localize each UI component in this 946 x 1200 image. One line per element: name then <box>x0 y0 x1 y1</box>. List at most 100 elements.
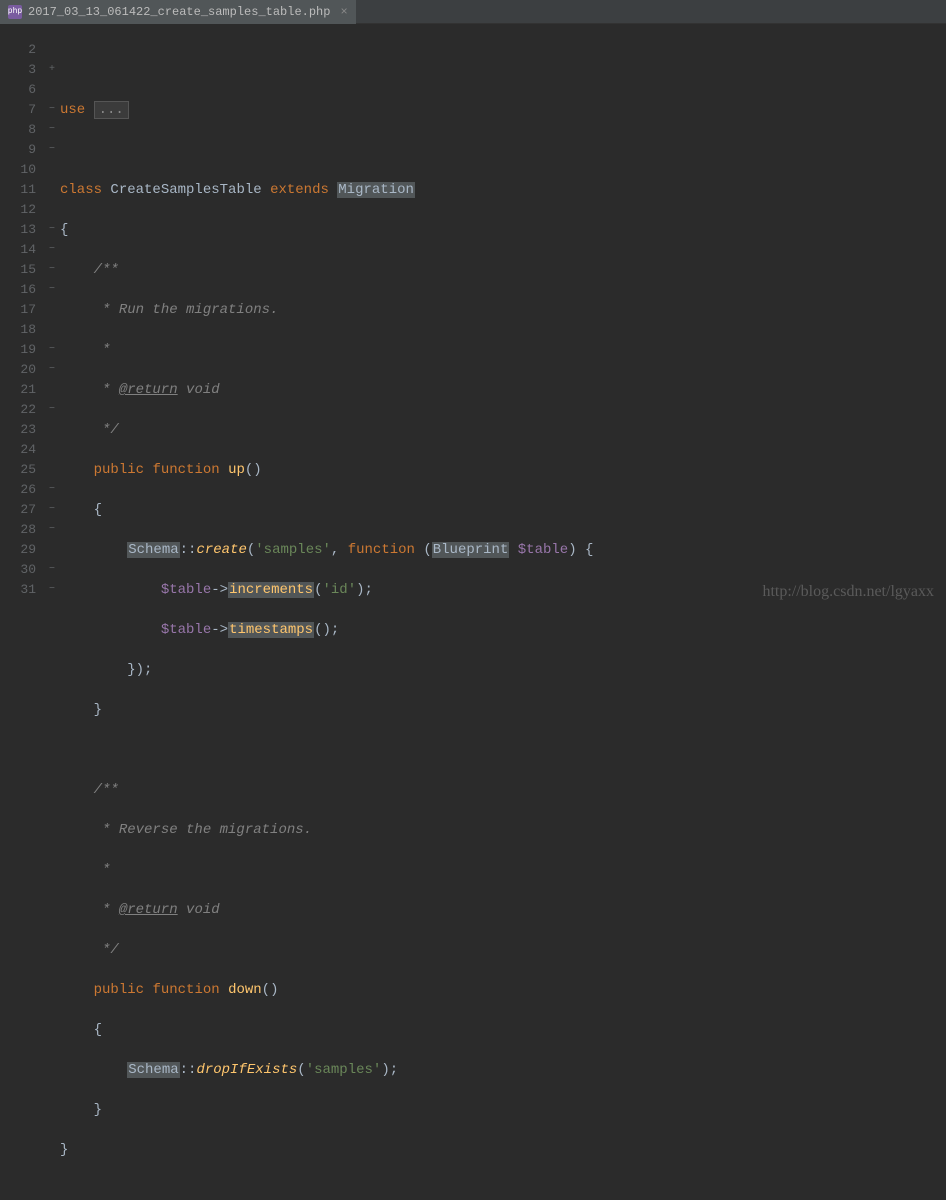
comment: void <box>178 902 220 918</box>
close-icon[interactable]: × <box>340 5 347 19</box>
line-number: 15 <box>0 260 36 280</box>
line-number: 16 <box>0 280 36 300</box>
brace: } <box>60 1142 68 1158</box>
line-number: 24 <box>0 440 36 460</box>
php-file-icon: php <box>8 5 22 19</box>
line-number: 31 <box>0 580 36 600</box>
line-number-gutter: 2367891011121314151617181920212223242526… <box>0 40 44 609</box>
fold-placeholder[interactable]: ... <box>94 101 129 119</box>
variable: $table <box>518 542 568 558</box>
dcolon: :: <box>180 1062 197 1078</box>
line-number: 22 <box>0 400 36 420</box>
method-call: increments <box>228 582 314 598</box>
static-method: dropIfExists <box>196 1062 297 1078</box>
method-call: timestamps <box>228 622 314 638</box>
line-number: 25 <box>0 460 36 480</box>
line-number: 23 <box>0 420 36 440</box>
comment: * <box>94 382 119 398</box>
fold-marker[interactable]: − <box>44 400 60 420</box>
space <box>509 542 517 558</box>
string: 'id' <box>322 582 356 598</box>
parent-class: Migration <box>337 182 415 198</box>
string: 'samples' <box>306 1062 382 1078</box>
class-name: CreateSamplesTable <box>110 182 261 198</box>
fold-marker[interactable]: − <box>44 220 60 240</box>
line-number: 8 <box>0 120 36 140</box>
fold-marker <box>44 160 60 180</box>
watermark: http://blog.csdn.net/lgyaxx <box>762 583 934 601</box>
keyword-class: class <box>60 182 102 198</box>
line-number: 6 <box>0 80 36 100</box>
line-number: 2 <box>0 40 36 60</box>
fold-marker[interactable]: − <box>44 480 60 500</box>
fold-marker[interactable]: − <box>44 520 60 540</box>
fold-marker <box>44 540 60 560</box>
method-name: down <box>228 982 262 998</box>
comment: * <box>94 902 119 918</box>
line-number: 12 <box>0 200 36 220</box>
keyword-function: function <box>152 982 219 998</box>
arrow: -> <box>211 622 228 638</box>
tab-bar: php 2017_03_13_061422_create_samples_tab… <box>0 0 946 24</box>
parens: () <box>262 982 279 998</box>
editor[interactable]: 2367891011121314151617181920212223242526… <box>0 24 946 609</box>
comment: * <box>94 862 111 878</box>
line-number: 19 <box>0 340 36 360</box>
line-number: 21 <box>0 380 36 400</box>
method-name: up <box>228 462 245 478</box>
blueprint-class: Blueprint <box>432 542 510 558</box>
fold-marker <box>44 300 60 320</box>
paren: ( <box>297 1062 305 1078</box>
brace-end: }); <box>127 662 152 678</box>
fold-marker[interactable]: − <box>44 580 60 600</box>
variable: $table <box>161 622 211 638</box>
fold-marker <box>44 180 60 200</box>
line-number: 7 <box>0 100 36 120</box>
keyword-public: public <box>94 462 144 478</box>
fold-marker <box>44 420 60 440</box>
line-number: 30 <box>0 560 36 580</box>
fold-marker[interactable]: − <box>44 120 60 140</box>
dcolon: :: <box>180 542 197 558</box>
line-number: 18 <box>0 320 36 340</box>
comment: * Run the migrations. <box>94 302 279 318</box>
paren: ( <box>415 542 432 558</box>
schema-class: Schema <box>127 1062 179 1078</box>
brace: { <box>60 222 68 238</box>
code-content[interactable]: use ... class CreateSamplesTable extends… <box>60 40 946 609</box>
brace: { <box>94 502 102 518</box>
static-method: create <box>196 542 246 558</box>
brace: { <box>94 1022 102 1038</box>
fold-marker[interactable]: − <box>44 260 60 280</box>
arrow: -> <box>211 582 228 598</box>
fold-marker[interactable]: + <box>44 60 60 80</box>
fold-marker[interactable]: − <box>44 500 60 520</box>
keyword-function: function <box>348 542 415 558</box>
comment: /** <box>94 782 119 798</box>
file-tab[interactable]: php 2017_03_13_061422_create_samples_tab… <box>0 0 356 24</box>
fold-gutter: +−−−−−−−−−−−−−−− <box>44 40 60 609</box>
end: (); <box>314 622 339 638</box>
comma: , <box>331 542 348 558</box>
fold-marker[interactable]: − <box>44 280 60 300</box>
fold-marker[interactable]: − <box>44 340 60 360</box>
comment: * Reverse the migrations. <box>94 822 312 838</box>
line-number: 27 <box>0 500 36 520</box>
keyword-use: use <box>60 102 85 118</box>
fold-marker <box>44 200 60 220</box>
fold-marker[interactable]: − <box>44 140 60 160</box>
fold-marker <box>44 320 60 340</box>
comment: */ <box>94 422 119 438</box>
line-number: 26 <box>0 480 36 500</box>
brace: } <box>94 702 102 718</box>
end: ); <box>381 1062 398 1078</box>
line-number: 20 <box>0 360 36 380</box>
end: ); <box>356 582 373 598</box>
line-number: 3 <box>0 60 36 80</box>
fold-marker[interactable]: − <box>44 100 60 120</box>
fold-marker[interactable]: − <box>44 560 60 580</box>
fold-marker[interactable]: − <box>44 360 60 380</box>
fold-marker[interactable]: − <box>44 240 60 260</box>
fold-marker <box>44 460 60 480</box>
doc-tag: @return <box>119 902 178 918</box>
